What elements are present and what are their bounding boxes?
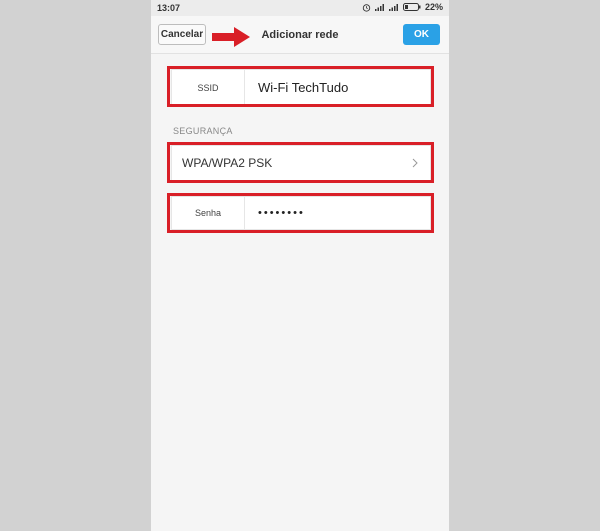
status-time: 13:07 [157, 3, 181, 13]
security-highlight-box [167, 142, 434, 183]
battery-percentage: 22% [424, 2, 443, 12]
status-icons: 22% [362, 2, 443, 12]
phone-screen: 13:07 22% Cancelar Adicionar rede OK SSI… [151, 0, 449, 531]
alarm-icon [362, 3, 371, 12]
password-highlight-box [167, 193, 434, 233]
ok-button[interactable]: OK [403, 24, 440, 45]
battery-icon [402, 3, 421, 11]
signal-icon [374, 3, 385, 11]
signal-icon [388, 3, 399, 11]
header-bar: Cancelar Adicionar rede OK [151, 16, 449, 54]
ssid-highlight-box [167, 66, 434, 107]
security-section-label: SEGURANÇA [173, 126, 233, 136]
status-bar: 13:07 22% [151, 0, 449, 16]
red-arrow-icon [212, 27, 250, 47]
